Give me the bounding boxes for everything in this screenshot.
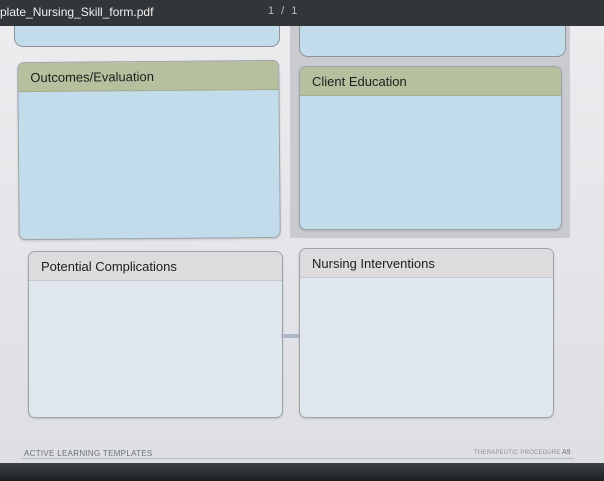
footer-divider [22,458,574,459]
page-indicator[interactable]: 1 / 1 [268,5,299,17]
file-name: plate_Nursing_Skill_form.pdf [0,5,154,19]
nursing-interventions-title: Nursing Interventions [312,256,435,271]
box-connector [281,334,299,338]
box-header: Potential Complications [29,252,282,281]
potential-complications-title: Potential Complications [41,259,177,274]
pdf-viewer: plate_Nursing_Skill_form.pdf 1 / 1 Outco… [0,0,604,481]
nursing-interventions-box[interactable]: Nursing Interventions [299,248,554,418]
outcomes-evaluation-box[interactable]: Outcomes/Evaluation [17,59,281,241]
client-education-box[interactable]: Client Education [299,66,562,230]
client-education-title: Client Education [312,74,407,89]
footer-template-label: ACTIVE LEARNING TEMPLATES [24,449,153,458]
box-header: Outcomes/Evaluation [18,60,279,93]
outcomes-evaluation-title: Outcomes/Evaluation [30,68,155,86]
viewer-toolbar: plate_Nursing_Skill_form.pdf 1 / 1 [0,0,604,26]
bottom-bar [0,463,604,481]
potential-complications-box[interactable]: Potential Complications [28,251,283,418]
box-header: Client Education [300,67,561,96]
footer-page-number: A9 [562,449,571,456]
footer-procedure-label: THERAPEUTIC PROCEDURE [474,450,561,456]
box-header: Nursing Interventions [300,249,553,278]
pdf-page: Outcomes/Evaluation Client Education Pot… [0,20,604,463]
